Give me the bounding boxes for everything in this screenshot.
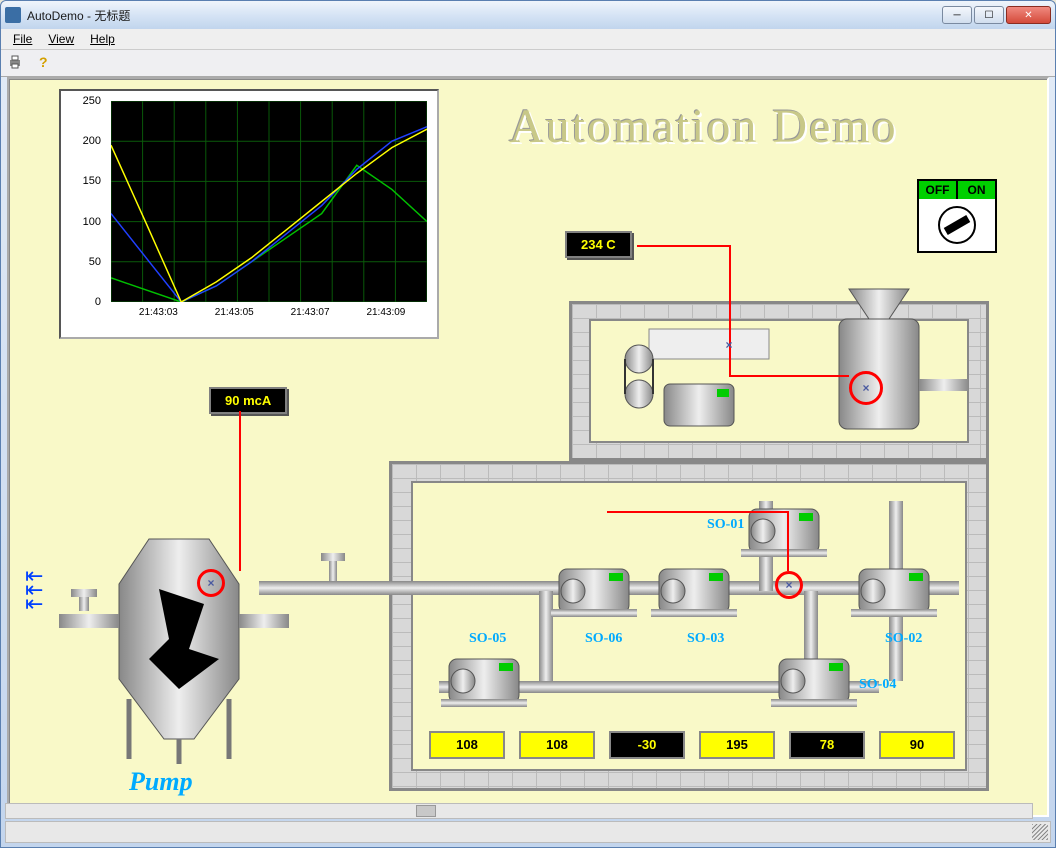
lead-line xyxy=(729,245,731,375)
page-title: Automation Demo xyxy=(509,99,898,154)
chart-x-ticks: 21:43:0321:43:0521:43:0721:43:09 xyxy=(111,307,427,331)
trend-chart[interactable]: 050100150200250 21:43:0321:43:0521:43:07… xyxy=(59,89,439,339)
probe-x-icon: × xyxy=(207,576,214,590)
lead-line xyxy=(607,511,787,513)
client-area: Automation Demo 050100150200250 21:43:03… xyxy=(7,77,1049,817)
switch-on-label: ON xyxy=(958,181,995,199)
menubar: File View Help xyxy=(1,29,1055,49)
horizontal-scrollbar[interactable] xyxy=(5,803,1033,819)
lead-line xyxy=(637,245,729,247)
window-title: AutoDemo - 无标题 xyxy=(27,7,942,24)
pump-label: Pump xyxy=(129,767,193,797)
value-box-3: 195 xyxy=(699,731,775,759)
maximize-button[interactable]: ☐ xyxy=(974,6,1004,24)
value-box-0: 108 xyxy=(429,731,505,759)
label-so01: SO-01 xyxy=(707,517,744,533)
lead-line xyxy=(729,375,849,377)
chart-y-ticks: 050100150200250 xyxy=(61,101,107,302)
toolbar: ? xyxy=(1,49,1055,77)
svg-text:?: ? xyxy=(39,54,48,70)
print-icon[interactable] xyxy=(7,54,25,72)
label-so02: SO-02 xyxy=(885,631,922,647)
lead-line xyxy=(787,511,789,571)
readout-temp: 234 C xyxy=(565,231,632,258)
minimize-button[interactable]: ─ xyxy=(942,6,972,24)
main-switch[interactable]: OFF ON xyxy=(917,179,997,253)
value-box-1: 108 xyxy=(519,731,595,759)
label-so06: SO-06 xyxy=(585,631,622,647)
chart-plot xyxy=(111,101,427,302)
label-so03: SO-03 xyxy=(687,631,724,647)
value-box-4: 78 xyxy=(789,731,865,759)
lead-line xyxy=(239,411,241,571)
readout-mca: 90 mcA xyxy=(209,387,287,414)
probe-x-icon: × xyxy=(725,338,732,352)
help-icon[interactable]: ? xyxy=(35,54,53,72)
flow-arrows-icon: ⇤⇤⇤ xyxy=(25,569,43,611)
value-box-5: 90 xyxy=(879,731,955,759)
upper-equipment xyxy=(589,279,989,459)
probe-x-icon: × xyxy=(785,578,792,592)
resize-grip-icon[interactable] xyxy=(1032,824,1048,840)
value-box-2: -30 xyxy=(609,731,685,759)
titlebar: AutoDemo - 无标题 ─ ☐ ✕ xyxy=(1,1,1055,29)
probe-x-icon: × xyxy=(862,381,869,395)
pump-vessel xyxy=(29,509,289,769)
knob-icon xyxy=(932,205,982,245)
switch-off-label: OFF xyxy=(919,181,958,199)
menu-file[interactable]: File xyxy=(7,30,38,48)
close-button[interactable]: ✕ xyxy=(1006,6,1051,24)
label-so05: SO-05 xyxy=(469,631,506,647)
menu-view[interactable]: View xyxy=(42,30,80,48)
app-icon xyxy=(5,7,21,23)
label-so04: SO-04 xyxy=(859,677,896,693)
menu-help[interactable]: Help xyxy=(84,30,121,48)
statusbar xyxy=(5,821,1051,843)
